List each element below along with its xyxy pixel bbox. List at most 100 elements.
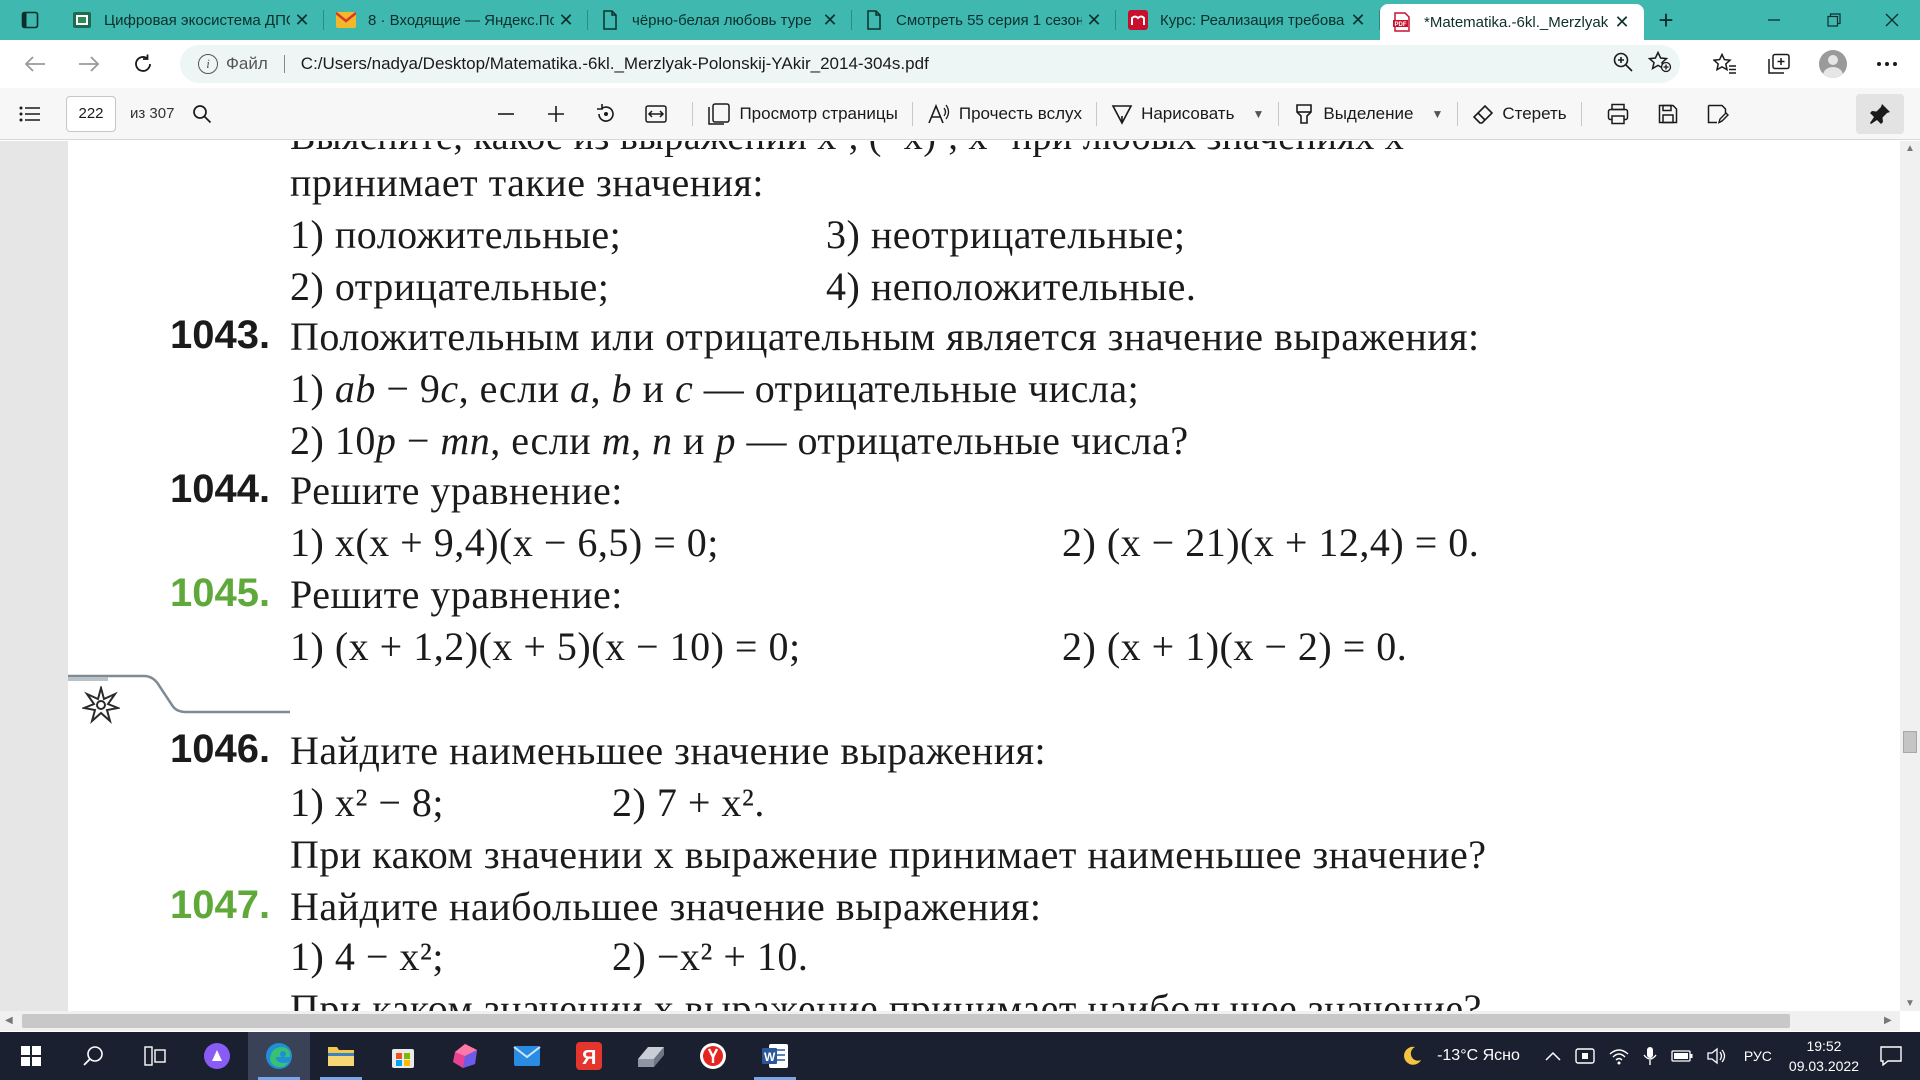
pdf-toolbar: 222 из 307 Просмотр страницы Прочесть вс… <box>0 88 1920 140</box>
restore-button[interactable] <box>1804 0 1864 40</box>
scroll-up-icon[interactable]: ▲ <box>1905 143 1915 154</box>
task-view-icon <box>144 1046 166 1066</box>
tab-yandex-mail[interactable]: 8 · Входящие — Яндекс.По ✕ <box>324 0 588 40</box>
address-bar[interactable]: i Файл C:/Users/nadya/Desktop/Matematika… <box>180 45 1680 83</box>
save-as-button[interactable] <box>1696 94 1740 134</box>
weather-icon[interactable] <box>1401 1045 1423 1067</box>
scrollbar-thumb[interactable] <box>1903 731 1917 753</box>
close-tab-icon[interactable]: ✕ <box>554 8 578 32</box>
horizontal-scrollbar[interactable]: ◀ ▶ <box>0 1011 1900 1031</box>
profile-button[interactable] <box>1806 44 1860 84</box>
url-scheme: Файл <box>226 54 268 73</box>
contents-button[interactable] <box>8 94 52 134</box>
problem-1044-text: Решите уравнение: <box>290 468 623 513</box>
back-button[interactable] <box>8 44 62 84</box>
chevron-down-icon[interactable]: ▼ <box>1252 107 1264 121</box>
yandex-browser-button[interactable]: Я <box>558 1032 620 1080</box>
tab-actions-button[interactable] <box>0 0 60 40</box>
alice-assistant-button[interactable] <box>186 1032 248 1080</box>
moodle-icon <box>1128 10 1148 30</box>
equation-1044-1: 1) x(x + 9,4)(x − 6,5) = 0; <box>290 520 719 565</box>
problem-1046-question: При каком значении x выражение принимает… <box>290 832 1487 877</box>
word-button[interactable]: W <box>744 1032 806 1080</box>
wifi-icon[interactable] <box>1609 1047 1629 1065</box>
problem-number-1043: 1043. <box>170 313 271 357</box>
chevron-up-icon[interactable] <box>1545 1051 1561 1061</box>
weather-text[interactable]: -13°C Ясно <box>1437 1047 1520 1065</box>
yandex-red-button[interactable] <box>682 1032 744 1080</box>
battery-icon[interactable] <box>1671 1050 1693 1062</box>
tab-course[interactable]: Курс: Реализация требова ✕ <box>1116 0 1380 40</box>
zoom-out-button[interactable] <box>484 94 528 134</box>
edge-taskbar-button[interactable] <box>248 1032 310 1080</box>
problem-number-1045: 1045. <box>170 571 271 615</box>
print-button[interactable] <box>1596 94 1640 134</box>
task-view-button[interactable] <box>124 1032 186 1080</box>
info-icon[interactable]: i <box>198 54 218 74</box>
zoom-icon[interactable] <box>1612 51 1634 78</box>
page-count: из 307 <box>130 105 175 122</box>
store-icon <box>392 1049 414 1068</box>
close-tab-icon[interactable]: ✕ <box>818 8 842 32</box>
read-aloud-button[interactable]: Прочесть вслух <box>927 94 1082 134</box>
pdf-viewer[interactable]: Выясните, какое из выражений x², (−x)², … <box>0 141 1920 1011</box>
close-tab-icon[interactable]: ✕ <box>1346 8 1370 32</box>
clock-date: 09.03.2022 <box>1788 1058 1859 1074</box>
search-button[interactable] <box>180 94 224 134</box>
close-icon <box>1885 13 1899 27</box>
word-icon: W <box>762 1044 788 1068</box>
favorites-button[interactable] <box>1698 44 1752 84</box>
volume-icon[interactable] <box>1707 1047 1727 1065</box>
tab-ecosystem[interactable]: Цифровая экосистема ДПО ✕ <box>60 0 324 40</box>
scroll-left-icon[interactable]: ◀ <box>5 1015 13 1026</box>
collections-button[interactable] <box>1752 44 1806 84</box>
save-button[interactable] <box>1646 94 1690 134</box>
refresh-button[interactable] <box>116 44 170 84</box>
erase-button[interactable]: Стереть <box>1472 94 1567 134</box>
tab-watch-series[interactable]: Смотреть 55 серия 1 сезон ✕ <box>852 0 1116 40</box>
tab-pdf-active[interactable]: PDF *Matematika.-6kl._Merzlyak ✕ <box>1380 4 1644 40</box>
chevron-down-icon[interactable]: ▼ <box>1431 107 1443 121</box>
page-number-input[interactable]: 222 <box>66 95 116 132</box>
minimize-button[interactable] <box>1744 0 1804 40</box>
yandex-browser-icon <box>700 1043 726 1069</box>
add-favorite-icon[interactable] <box>1647 50 1672 78</box>
settings-more-button[interactable] <box>1860 44 1914 84</box>
page-view-button[interactable]: Просмотр страницы <box>707 94 898 134</box>
zoom-in-button[interactable] <box>534 94 578 134</box>
scanner-button[interactable] <box>620 1032 682 1080</box>
highlight-button[interactable]: Выделение ▼ <box>1293 94 1443 134</box>
close-tab-icon[interactable]: ✕ <box>1610 10 1634 34</box>
paint3d-button[interactable] <box>434 1032 496 1080</box>
fit-page-button[interactable] <box>634 94 678 134</box>
minimize-icon <box>1768 19 1780 21</box>
mail-button[interactable] <box>496 1032 558 1080</box>
language-indicator[interactable]: РУС <box>1744 1048 1772 1064</box>
file-explorer-button[interactable] <box>310 1032 372 1080</box>
toolbar-divider <box>1278 101 1280 126</box>
document-icon <box>600 10 620 30</box>
vertical-scrollbar[interactable]: ▲ ▼ <box>1900 141 1920 1011</box>
start-button[interactable] <box>0 1032 62 1080</box>
forward-button[interactable] <box>62 44 116 84</box>
url-text[interactable]: C:/Users/nadya/Desktop/Matematika.-6kl._… <box>301 54 929 74</box>
tab-love-story[interactable]: чёрно-белая любовь туре ✕ <box>588 0 852 40</box>
notifications-icon[interactable] <box>1880 1046 1902 1066</box>
scrollbar-thumb[interactable] <box>22 1014 1790 1028</box>
close-window-button[interactable] <box>1862 0 1920 40</box>
rotate-button[interactable] <box>584 94 628 134</box>
scroll-right-icon[interactable]: ▶ <box>1884 1015 1892 1026</box>
scroll-down-icon[interactable]: ▼ <box>1905 998 1915 1009</box>
draw-button[interactable]: Нарисовать ▼ <box>1111 94 1264 134</box>
close-tab-icon[interactable]: ✕ <box>1082 8 1106 32</box>
search-taskbar-button[interactable] <box>62 1032 124 1080</box>
clock[interactable]: 19:52 09.03.2022 <box>1789 1036 1859 1076</box>
device-icon[interactable] <box>1575 1046 1595 1066</box>
microphone-icon[interactable] <box>1643 1046 1657 1066</box>
store-button[interactable] <box>372 1032 434 1080</box>
close-tab-icon[interactable]: ✕ <box>290 8 314 32</box>
new-tab-button[interactable]: + <box>1644 0 1688 40</box>
ecosystem-icon <box>72 10 92 30</box>
pin-toolbar-button[interactable] <box>1856 94 1904 134</box>
list-icon <box>19 106 40 121</box>
